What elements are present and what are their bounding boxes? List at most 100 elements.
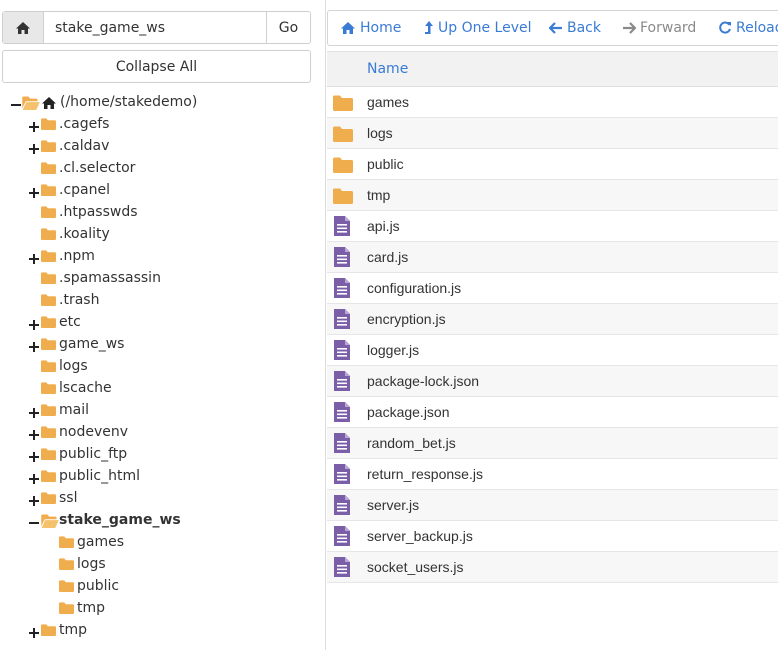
file-row[interactable]: package-lock.json [327, 366, 778, 397]
file-row[interactable]: random_bet.js [327, 428, 778, 459]
folder-icon [59, 558, 74, 570]
tree-node-label: .trash [59, 292, 100, 308]
file-code-icon [334, 557, 350, 577]
tree-item-game-ws[interactable]: game_ws [0, 334, 318, 356]
collapse-minus-icon[interactable] [11, 100, 21, 110]
tree-item-ssl[interactable]: ssl [0, 488, 318, 510]
expand-plus-icon[interactable] [29, 188, 39, 198]
tree-item-nodevenv[interactable]: nodevenv [0, 422, 318, 444]
file-row[interactable]: logs [327, 118, 778, 149]
tree-node-label: public_ftp [59, 446, 128, 462]
expand-plus-icon[interactable] [29, 342, 39, 352]
folder-icon [333, 157, 353, 173]
folder-icon [41, 360, 56, 372]
file-row[interactable]: server_backup.js [327, 521, 778, 552]
tree-item-stake-child-tmp[interactable]: tmp [0, 598, 318, 620]
forward-button[interactable]: Forward [622, 11, 696, 45]
home-button[interactable] [3, 12, 44, 43]
file-row[interactable]: tmp [327, 180, 778, 211]
file-row[interactable]: logger.js [327, 335, 778, 366]
tree-item-spamassassin[interactable]: .spamassassin [0, 268, 318, 290]
forward-label: Forward [640, 20, 697, 36]
tree-node-label: lscache [59, 380, 112, 396]
name-column-header[interactable]: Name [367, 61, 408, 77]
tree-item-cpanel[interactable]: .cpanel [0, 180, 318, 202]
tree-item-mail[interactable]: mail [0, 400, 318, 422]
file-row[interactable]: package.json [327, 397, 778, 428]
file-row[interactable]: card.js [327, 242, 778, 273]
file-name: return_response.js [367, 466, 483, 482]
file-code-icon [334, 340, 350, 360]
folder-open-icon [41, 514, 59, 528]
collapse-all-button[interactable]: Collapse All [2, 50, 311, 83]
tree-item-cl-selector[interactable]: .cl.selector [0, 158, 318, 180]
file-name: api.js [367, 218, 400, 234]
back-button[interactable]: Back [549, 11, 601, 45]
file-row[interactable]: api.js [327, 211, 778, 242]
file-row[interactable]: games [327, 87, 778, 118]
expand-plus-icon[interactable] [29, 628, 39, 638]
tree-item-trash[interactable]: .trash [0, 290, 318, 312]
tree-item-stake-child-public[interactable]: public [0, 576, 318, 598]
up-one-level-label: Up One Level [438, 20, 532, 36]
folder-icon [59, 602, 74, 614]
tree-item-logs[interactable]: logs [0, 356, 318, 378]
tree-item-stake-child-logs[interactable]: logs [0, 554, 318, 576]
tree-item-npm[interactable]: .npm [0, 246, 318, 268]
tree-item-lscache[interactable]: lscache [0, 378, 318, 400]
collapse-minus-icon[interactable] [29, 518, 39, 528]
tree-node-label: .npm [59, 248, 95, 264]
expand-plus-icon[interactable] [29, 474, 39, 484]
tree-item-tmp[interactable]: tmp [0, 620, 318, 642]
tree-item-public-html[interactable]: public_html [0, 466, 318, 488]
file-row[interactable]: socket_users.js [327, 552, 778, 583]
tree-item-etc[interactable]: etc [0, 312, 318, 334]
file-row[interactable]: server.js [327, 490, 778, 521]
folder-icon [333, 188, 353, 204]
tree-node-label: .spamassassin [59, 270, 161, 286]
tree-root[interactable]: (/home/stakedemo) [0, 92, 318, 114]
home-nav-button[interactable]: Home [340, 11, 401, 45]
file-name: encryption.js [367, 311, 446, 327]
folder-icon [333, 95, 353, 111]
tree-node-label: .cl.selector [59, 160, 136, 176]
file-row[interactable]: return_response.js [327, 459, 778, 490]
expand-plus-icon[interactable] [29, 496, 39, 506]
tree-item-caldav[interactable]: .caldav [0, 136, 318, 158]
tree-node-label: tmp [59, 622, 88, 638]
tree-node-label: stake_game_ws [59, 512, 181, 528]
folder-icon [41, 404, 56, 416]
tree-item-koality[interactable]: .koality [0, 224, 318, 246]
tree-node-label: .caldav [59, 138, 110, 154]
tree-node-label: .htpasswds [59, 204, 138, 220]
reload-label: Reload [736, 20, 778, 36]
home-icon [341, 22, 355, 34]
folder-icon [333, 126, 353, 142]
expand-plus-icon[interactable] [29, 254, 39, 264]
reload-button[interactable]: Reload [718, 11, 778, 45]
tree-item-cagefs[interactable]: .cagefs [0, 114, 318, 136]
tree-item-stake-game-ws[interactable]: stake_game_ws [0, 510, 318, 532]
file-name: logs [367, 125, 393, 141]
go-button[interactable]: Go [266, 12, 310, 43]
folder-icon [41, 382, 56, 394]
tree-item-stake-child-games[interactable]: games [0, 532, 318, 554]
expand-plus-icon[interactable] [29, 144, 39, 154]
expand-plus-icon[interactable] [29, 122, 39, 132]
expand-plus-icon[interactable] [29, 408, 39, 418]
tree-item-htpasswds[interactable]: .htpasswds [0, 202, 318, 224]
file-code-icon [334, 526, 350, 546]
file-row[interactable]: public [327, 149, 778, 180]
folder-open-icon [22, 96, 40, 110]
tree-node-label: mail [59, 402, 89, 418]
path-input[interactable] [44, 12, 266, 43]
up-one-level-button[interactable]: Up One Level [424, 11, 532, 45]
tree-item-public-ftp[interactable]: public_ftp [0, 444, 318, 466]
file-row[interactable]: configuration.js [327, 273, 778, 304]
tree-node-label: ssl [59, 490, 78, 506]
expand-plus-icon[interactable] [29, 320, 39, 330]
expand-plus-icon[interactable] [29, 452, 39, 462]
file-row[interactable]: encryption.js [327, 304, 778, 335]
expand-plus-icon[interactable] [29, 430, 39, 440]
file-name: configuration.js [367, 280, 462, 296]
